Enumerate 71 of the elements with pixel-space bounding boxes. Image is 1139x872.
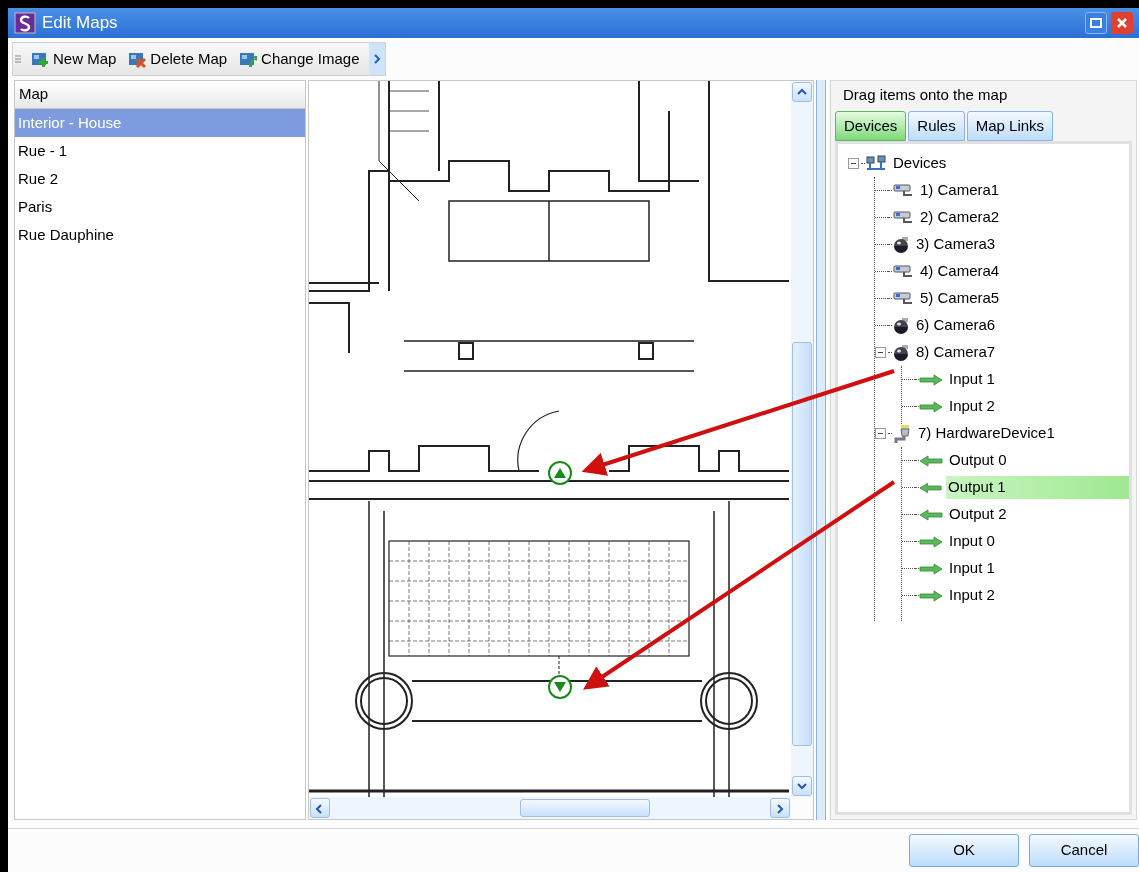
left-arrow-icon — [919, 481, 943, 494]
map-list-item[interactable]: Rue 2 — [15, 165, 305, 193]
add-map-icon — [31, 50, 49, 68]
tab[interactable]: Map Links — [966, 111, 1054, 141]
toolbar-button[interactable]: New Map — [29, 47, 119, 71]
chevron-right-icon — [373, 54, 382, 64]
change-image-icon — [239, 50, 258, 68]
scroll-arrow-button[interactable] — [792, 82, 812, 102]
tree-item[interactable]: Input 2 — [947, 395, 997, 418]
collapse-icon[interactable] — [848, 158, 859, 169]
app-logo-icon — [14, 12, 36, 34]
dome-camera-icon — [892, 343, 910, 362]
toolbar-button[interactable]: Delete Map — [126, 47, 230, 71]
close-icon — [1116, 17, 1128, 29]
delete-map-icon — [128, 50, 147, 68]
scroll-thumb[interactable] — [520, 799, 650, 817]
map-list-item[interactable]: Rue Dauphine — [15, 221, 305, 249]
camera-icon — [892, 182, 914, 199]
tree-item[interactable]: 3) Camera3 — [914, 233, 998, 256]
collapse-icon[interactable] — [875, 428, 886, 439]
tree-item[interactable]: 8) Camera7 — [914, 341, 998, 364]
right-arrow-icon — [919, 373, 943, 386]
dome-camera-icon — [892, 316, 910, 335]
right-arrow-icon — [919, 535, 943, 548]
camera-icon — [892, 263, 914, 280]
map-list-item[interactable]: Rue - 1 — [15, 137, 305, 165]
left-arrow-icon — [919, 454, 943, 467]
tree-item[interactable]: 1) Camera1 — [918, 179, 1002, 202]
toolbar-overflow-button[interactable] — [369, 43, 386, 75]
scroll-arrow-button[interactable] — [770, 798, 790, 818]
device-icon — [892, 423, 912, 444]
right-arrow-icon — [919, 562, 943, 575]
close-button[interactable] — [1111, 12, 1133, 34]
scroll-arrow-button[interactable] — [310, 798, 330, 818]
dialog-button[interactable]: Cancel — [1029, 834, 1139, 867]
scroll-arrow-button[interactable] — [792, 776, 812, 796]
tree-item[interactable]: 2) Camera2 — [918, 206, 1002, 229]
dome-camera-icon — [892, 235, 910, 254]
right-arrow-icon — [919, 400, 943, 413]
tree-item[interactable]: Devices — [891, 152, 949, 175]
tree-item[interactable]: Input 0 — [947, 530, 997, 553]
collapse-icon[interactable] — [875, 347, 886, 358]
tree-item[interactable]: 5) Camera5 — [918, 287, 1002, 310]
left-arrow-icon — [919, 508, 943, 521]
panel-hint: Drag items onto the map — [842, 84, 1009, 105]
tree-item[interactable]: Output 1 — [946, 476, 1129, 499]
maximize-icon — [1090, 18, 1102, 28]
tree-item[interactable]: Output 0 — [947, 449, 1009, 472]
network-icon — [865, 154, 887, 173]
toolbar-button[interactable]: Change Image — [237, 47, 362, 71]
window-title: Edit Maps — [42, 12, 118, 35]
camera-icon — [892, 290, 914, 307]
horizontal-scrollbar[interactable] — [309, 797, 791, 819]
tree-item[interactable]: 6) Camera6 — [914, 314, 998, 337]
right-arrow-icon — [919, 589, 943, 602]
tree-item[interactable]: Output 2 — [947, 503, 1009, 526]
scroll-thumb[interactable] — [792, 342, 812, 746]
camera-icon — [892, 209, 914, 226]
tree-item[interactable]: 7) HardwareDevice1 — [916, 422, 1057, 445]
tree-item[interactable]: Input 1 — [947, 368, 997, 391]
dialog-button[interactable]: OK — [909, 834, 1019, 867]
vertical-scrollbar[interactable] — [791, 81, 813, 797]
tree-item[interactable]: 4) Camera4 — [918, 260, 1002, 283]
tab[interactable]: Rules — [908, 111, 965, 141]
tree-item[interactable]: Input 2 — [947, 584, 997, 607]
chevron-down-icon — [795, 780, 809, 792]
tree-item[interactable]: Input 1 — [947, 557, 997, 580]
grip-icon — [15, 53, 21, 65]
maximize-button[interactable] — [1085, 12, 1107, 34]
tab[interactable]: Devices — [835, 111, 907, 141]
map-list-item[interactable]: Paris — [15, 193, 305, 221]
